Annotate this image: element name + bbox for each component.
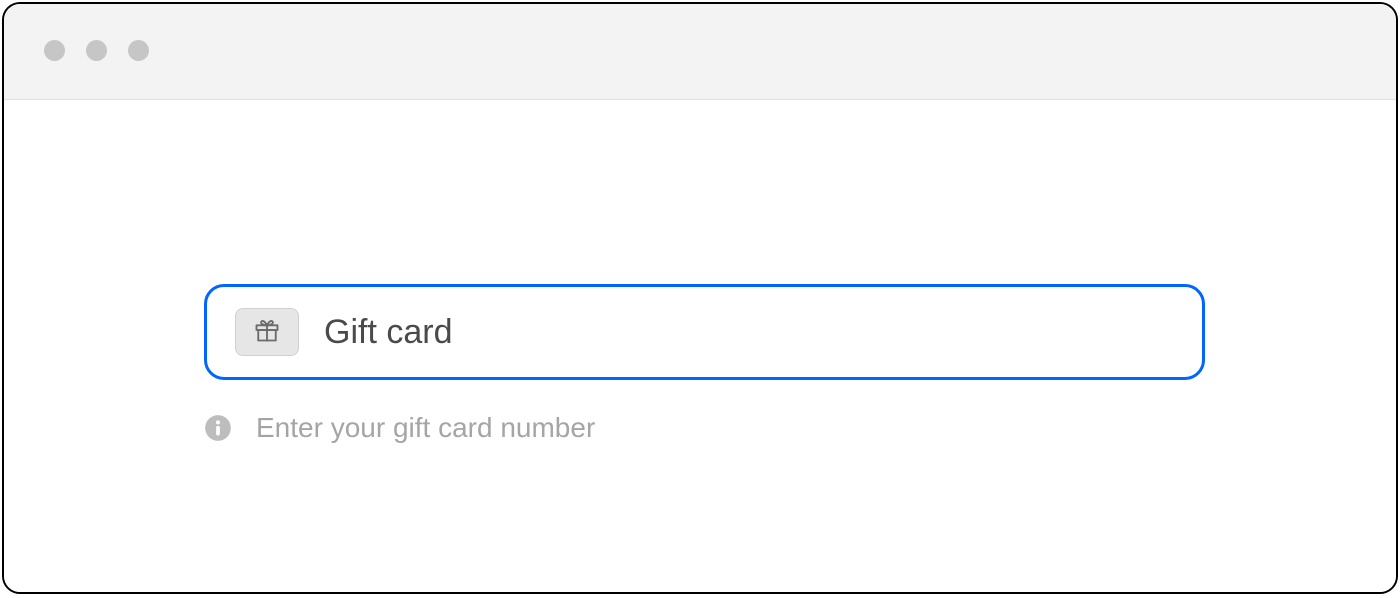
- window-maximize-button[interactable]: [128, 40, 149, 61]
- app-window: Enter your gift card number: [2, 2, 1398, 594]
- gift-card-helper-text: Enter your gift card number: [256, 412, 595, 444]
- gift-icon-badge: [235, 308, 299, 356]
- window-titlebar: [4, 4, 1396, 100]
- info-icon: [204, 414, 232, 442]
- helper-row: Enter your gift card number: [204, 412, 1396, 444]
- gift-card-input[interactable]: [324, 287, 1202, 377]
- window-close-button[interactable]: [44, 40, 65, 61]
- window-minimize-button[interactable]: [86, 40, 107, 61]
- gift-card-input-wrapper[interactable]: [204, 284, 1205, 380]
- gift-icon: [253, 316, 281, 349]
- content-area: Enter your gift card number: [4, 100, 1396, 592]
